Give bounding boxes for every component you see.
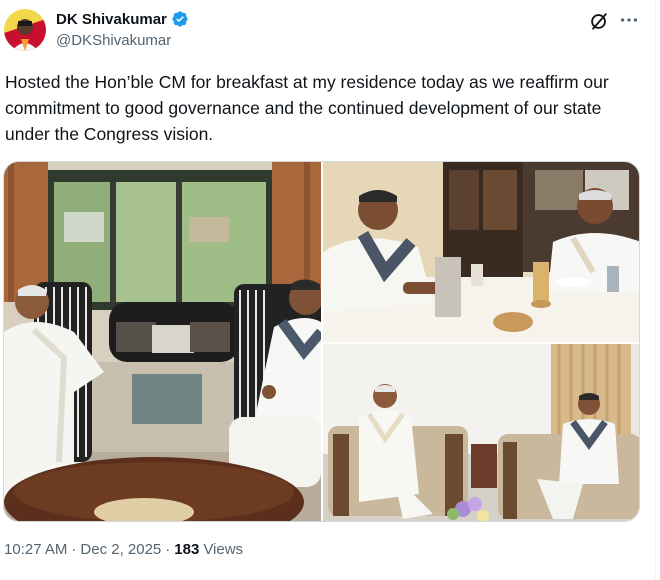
verified-badge-icon [171,10,189,28]
meta-separator: · [71,541,77,558]
tweet-text: Hosted the Hon’ble CM for breakfast at m… [5,72,609,144]
author-name-row: DK Shivakumar [56,10,189,28]
more-dots-icon[interactable] [618,9,640,31]
author-display-name[interactable]: DK Shivakumar [56,11,167,28]
grok-icon[interactable] [588,10,610,32]
tweet-date[interactable]: Dec 2, 2025 [80,541,161,558]
author-handle[interactable]: @DKShivakumar [56,32,171,49]
media-grid [3,161,640,522]
views-label: Views [203,541,244,558]
column-divider [655,0,656,580]
media-photo-2[interactable] [323,162,639,342]
views-count: 183 [174,541,200,558]
tweet-meta: 10:27 AM · Dec 2, 2025 · 183 Views [4,541,243,558]
tweet-time[interactable]: 10:27 AM [4,541,67,558]
media-photo-3[interactable] [323,344,639,521]
media-photo-1[interactable] [4,162,321,521]
avatar[interactable] [4,9,46,51]
tweet-header: DK Shivakumar @DKShivakumar [0,6,655,54]
meta-separator: · [165,541,171,558]
